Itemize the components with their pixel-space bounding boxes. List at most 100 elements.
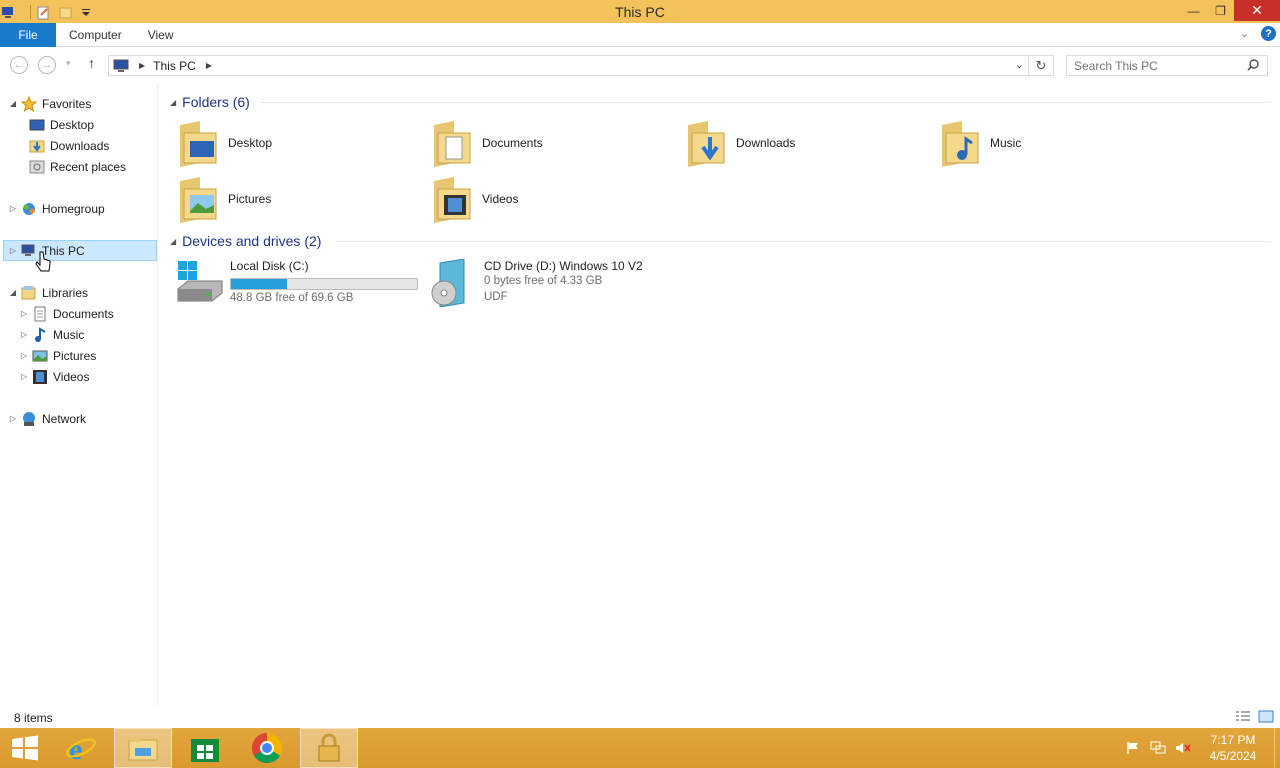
taskbar-internet-explorer[interactable]: e <box>52 728 110 768</box>
tree-libraries[interactable]: ◢ Libraries <box>8 282 88 303</box>
collapse-arrow-icon[interactable]: ◢ <box>8 288 18 297</box>
windows-logo-icon <box>12 735 38 761</box>
folder-label: Desktop <box>228 136 273 150</box>
collapse-arrow-icon[interactable]: ◢ <box>170 237 176 246</box>
tab-view[interactable]: View <box>135 23 187 47</box>
tree-label: Pictures <box>53 348 97 363</box>
folder-downloads[interactable]: Downloads <box>668 117 918 169</box>
tree-videos[interactable]: ▷ Videos <box>19 366 89 387</box>
close-button[interactable]: ✕ <box>1234 0 1280 21</box>
folder-documents[interactable]: Documents <box>414 117 664 169</box>
tree-homegroup[interactable]: ▷ Homegroup <box>8 198 105 219</box>
properties-icon[interactable] <box>37 6 51 19</box>
drive-cd-d[interactable]: CD Drive (D:) Windows 10 V2 0 bytes free… <box>430 258 690 311</box>
customize-dropdown-icon[interactable] <box>81 6 91 18</box>
drive-free-space: 0 bytes free of 4.33 GB <box>484 275 603 287</box>
expand-arrow-icon[interactable]: ▷ <box>8 204 18 213</box>
start-button[interactable] <box>0 728 50 768</box>
minimize-button[interactable]: — <box>1180 0 1207 21</box>
back-button[interactable]: ← <box>10 56 28 74</box>
tree-recent-places[interactable]: Recent places <box>26 156 126 177</box>
folders-group-header[interactable]: ◢ Folders (6) <box>170 91 250 113</box>
music-icon <box>32 326 48 343</box>
documents-icon <box>32 306 48 322</box>
tree-label: Recent places <box>50 159 127 174</box>
tree-music[interactable]: ▷ Music <box>19 324 84 345</box>
system-clock[interactable]: 7:17 PM 4/5/2024 <box>1200 732 1266 764</box>
tree-this-pc[interactable]: ▷ This PC <box>3 240 157 261</box>
collapse-arrow-icon[interactable]: ◢ <box>170 98 176 107</box>
folder-label: Downloads <box>736 136 796 150</box>
expand-arrow-icon[interactable]: ▷ <box>8 414 18 423</box>
details-view-icon[interactable] <box>1235 710 1251 724</box>
search-input[interactable] <box>1074 58 1239 73</box>
tab-file[interactable]: File <box>0 22 56 47</box>
drive-filesystem: UDF <box>484 291 508 303</box>
tree-favorites[interactable]: ◢ Favorites <box>8 93 91 114</box>
tree-label: Libraries <box>42 285 89 300</box>
collapse-arrow-icon[interactable]: ◢ <box>8 99 18 108</box>
group-divider <box>260 102 1270 103</box>
address-bar[interactable]: ▶ This PC ▶ ⌄ <box>108 55 1029 76</box>
action-center-flag-icon[interactable] <box>1125 740 1141 756</box>
computer-icon[interactable] <box>2 6 16 18</box>
taskbar-file-explorer[interactable] <box>114 728 172 768</box>
taskbar-lock-app[interactable] <box>300 728 358 768</box>
group-divider <box>336 241 1270 242</box>
folder-desktop[interactable]: Desktop <box>160 117 410 169</box>
tree-desktop[interactable]: Desktop <box>26 114 94 135</box>
pictures-icon <box>32 348 48 364</box>
folder-pictures[interactable]: Pictures <box>160 173 410 225</box>
taskbar-store[interactable] <box>176 728 234 768</box>
drive-usage-bar <box>230 278 418 290</box>
devices-group-header[interactable]: ◢ Devices and drives (2) <box>170 230 321 252</box>
tree-label: Homegroup <box>42 201 105 216</box>
recent-places-icon <box>29 159 45 175</box>
up-button[interactable]: ↑ <box>88 55 95 71</box>
file-explorer-icon <box>128 737 158 761</box>
breadcrumb-arrow-icon[interactable]: ▶ <box>139 61 145 70</box>
breadcrumb-arrow-icon[interactable]: ▶ <box>206 61 212 70</box>
refresh-button[interactable]: ↻ <box>1029 55 1054 76</box>
drive-local-disk-c[interactable]: Local Disk (C:) 48.8 GB free of 69.6 GB <box>176 259 426 311</box>
chrome-icon <box>251 733 283 764</box>
drive-name: Local Disk (C:) <box>230 259 309 273</box>
quick-access-toolbar <box>0 0 99 23</box>
expand-arrow-icon[interactable]: ▷ <box>8 246 18 255</box>
expand-arrow-icon[interactable]: ▷ <box>19 330 29 339</box>
expand-ribbon-icon[interactable]: ⌄ <box>1240 27 1249 40</box>
navigation-pane: ◢ Favorites Desktop Downloads Recent pla… <box>0 83 158 708</box>
large-icons-view-icon[interactable] <box>1258 710 1274 724</box>
desktop-folder-icon <box>178 119 218 167</box>
new-folder-icon[interactable] <box>59 6 73 18</box>
taskbar-chrome[interactable] <box>238 728 296 768</box>
volume-muted-icon[interactable] <box>1175 740 1191 756</box>
tree-documents[interactable]: ▷ Documents <box>19 303 114 324</box>
expand-arrow-icon[interactable]: ▷ <box>19 309 29 318</box>
tree-label: Network <box>42 411 87 426</box>
maximize-button[interactable]: ❐ <box>1207 0 1234 21</box>
hard-drive-icon <box>176 259 224 307</box>
search-box[interactable] <box>1066 55 1268 76</box>
tree-label: Documents <box>53 306 114 321</box>
forward-button[interactable]: → <box>38 56 56 74</box>
tree-network[interactable]: ▷ Network <box>8 408 86 429</box>
videos-icon <box>32 369 48 385</box>
folder-music[interactable]: Music <box>922 117 1172 169</box>
recent-locations-icon[interactable]: ▾ <box>66 58 71 69</box>
expand-arrow-icon[interactable]: ▷ <box>19 372 29 381</box>
help-icon[interactable]: ? <box>1261 26 1276 41</box>
folder-videos[interactable]: Videos <box>414 173 664 225</box>
tree-pictures[interactable]: ▷ Pictures <box>19 345 96 366</box>
tree-downloads[interactable]: Downloads <box>26 135 109 156</box>
network-status-icon[interactable] <box>1150 740 1166 756</box>
search-icon[interactable] <box>1247 59 1259 74</box>
breadcrumb-this-pc[interactable]: This PC <box>153 59 196 73</box>
tab-computer[interactable]: Computer <box>56 23 135 47</box>
item-count: 8 items <box>14 711 53 725</box>
ribbon-tabs: File Computer View ⌄ ? <box>0 22 1280 47</box>
toolbar-separator <box>30 4 31 19</box>
expand-arrow-icon[interactable]: ▷ <box>19 351 29 360</box>
address-dropdown-icon[interactable]: ⌄ <box>1015 58 1024 71</box>
show-desktop-button[interactable] <box>1274 728 1280 768</box>
